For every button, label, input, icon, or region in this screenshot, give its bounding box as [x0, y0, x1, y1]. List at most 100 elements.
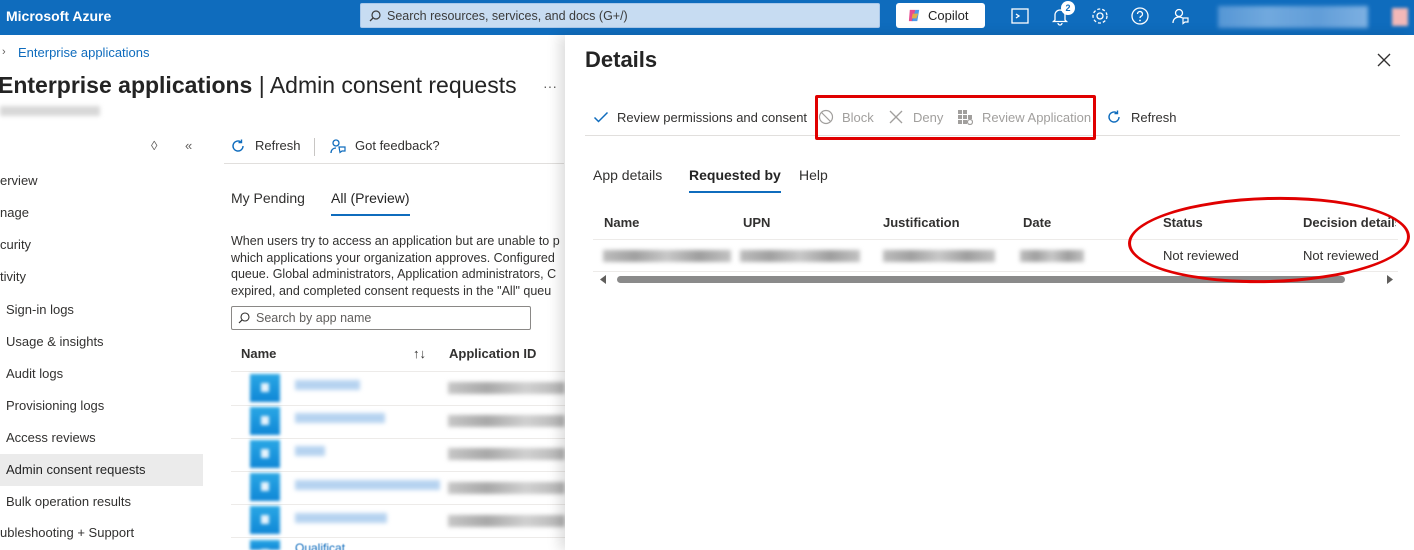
page-title-sub: | Admin consent requests: [252, 72, 517, 98]
close-icon[interactable]: [1376, 52, 1392, 68]
column-header-application-id[interactable]: Application ID: [449, 346, 536, 361]
global-search-input[interactable]: [387, 5, 867, 26]
collapse-nav-icon[interactable]: «: [185, 138, 192, 153]
requester-name-redacted: [603, 250, 731, 262]
tenant-name-redacted: [0, 106, 100, 116]
app-icon: [250, 540, 280, 550]
app-id-redacted: [448, 448, 565, 460]
copilot-label: Copilot: [928, 8, 969, 23]
column-header-upn[interactable]: UPN: [743, 215, 770, 230]
copilot-button[interactable]: Copilot: [896, 3, 985, 28]
help-icon[interactable]: [1130, 6, 1150, 26]
row-divider: [231, 405, 565, 406]
app-name-redacted[interactable]: [295, 513, 387, 523]
account-name-redacted[interactable]: [1218, 6, 1368, 28]
app-icon: [250, 407, 280, 435]
app-icon: [250, 473, 280, 501]
refresh-button[interactable]: Refresh: [230, 128, 310, 164]
sidebar-item-sign-in-logs[interactable]: Sign-in logs: [0, 294, 203, 326]
sidebar-item-security[interactable]: curity: [0, 229, 203, 261]
justification-redacted: [883, 250, 995, 262]
sidebar-item-usage-insights[interactable]: Usage & insights: [0, 326, 203, 358]
row-divider: [231, 371, 565, 372]
description-line-2: which applications your organization app…: [231, 250, 555, 265]
checkmark-icon: [593, 111, 609, 123]
gear-icon[interactable]: [1090, 6, 1110, 26]
sidebar-item-troubleshooting[interactable]: ubleshooting + Support: [0, 517, 203, 549]
sidebar-item-overview[interactable]: erview: [0, 165, 203, 197]
app-name-redacted[interactable]: [295, 380, 360, 390]
tab-help[interactable]: Help: [799, 167, 828, 193]
column-header-date[interactable]: Date: [1023, 215, 1051, 230]
sort-icon[interactable]: ↑↓: [413, 346, 426, 361]
copilot-icon: [908, 9, 920, 22]
app-id-redacted: [448, 515, 565, 527]
sidebar-item-activity[interactable]: tivity: [0, 261, 203, 293]
description-text: When users try to access an application …: [231, 233, 565, 299]
description-line-3: queue. Global administrators, Applicatio…: [231, 267, 557, 281]
app-name-redacted[interactable]: [295, 480, 440, 490]
got-feedback-label: Got feedback?: [355, 138, 440, 153]
row-divider: [231, 537, 565, 538]
feedback-icon[interactable]: [1170, 6, 1190, 26]
details-panel: Details Review permissions and consent B…: [565, 35, 1414, 550]
sidebar-item-audit-logs[interactable]: Audit logs: [0, 358, 203, 390]
search-icon: [238, 312, 250, 324]
app-id-redacted: [448, 382, 565, 394]
highlight-ellipse: [1126, 193, 1412, 287]
app-name-redacted[interactable]: [295, 413, 385, 423]
sidebar-item-provisioning-logs[interactable]: Provisioning logs: [0, 390, 203, 422]
requester-upn-redacted: [740, 250, 860, 262]
command-bar: Refresh Got feedback?: [224, 128, 564, 164]
highlight-rectangle: [815, 95, 1096, 140]
review-permissions-label: Review permissions and consent: [617, 110, 808, 125]
sidebar-item-bulk-operation-results[interactable]: Bulk operation results: [0, 486, 203, 518]
brand-logo[interactable]: Microsoft Azure: [6, 0, 111, 35]
got-feedback-button[interactable]: Got feedback?: [329, 128, 449, 164]
row-divider: [231, 471, 565, 472]
refresh-icon: [1108, 110, 1120, 123]
tab-my-pending[interactable]: My Pending: [231, 190, 305, 216]
details-title: Details: [585, 47, 658, 72]
search-icon: [369, 10, 381, 22]
tab-app-details[interactable]: App details: [593, 167, 662, 193]
column-header-name[interactable]: Name: [604, 215, 639, 230]
details-refresh-button[interactable]: Refresh: [1106, 105, 1181, 131]
app-name-partial[interactable]: Qualificat: [295, 541, 345, 550]
breadcrumb-chevron-icon: ›: [2, 46, 6, 58]
feedback-person-icon: [330, 139, 346, 154]
app-id-redacted: [448, 415, 565, 427]
cloud-shell-icon[interactable]: [1010, 6, 1030, 26]
tab-requested-by[interactable]: Requested by: [689, 167, 781, 193]
app-search-input[interactable]: [256, 308, 526, 328]
tab-all-preview[interactable]: All (Preview): [331, 190, 410, 216]
sidebar-item-admin-consent-requests[interactable]: Admin consent requests: [0, 454, 203, 486]
row-divider: [231, 438, 565, 439]
breadcrumb-enterprise-applications[interactable]: Enterprise applications: [18, 45, 150, 60]
sidebar-item-manage[interactable]: nage: [0, 197, 203, 229]
notification-badge: 2: [1061, 1, 1075, 15]
refresh-icon: [232, 139, 244, 152]
app-name-redacted[interactable]: [295, 446, 325, 456]
top-bar: Microsoft Azure Copilot 2: [0, 0, 1414, 35]
date-redacted: [1020, 250, 1084, 262]
refresh-label: Refresh: [255, 138, 301, 153]
app-icon: [250, 506, 280, 534]
description-line-1: When users try to access an application …: [231, 234, 560, 248]
scroll-left-icon[interactable]: [599, 275, 607, 284]
global-search[interactable]: [360, 3, 880, 28]
description-line-4: expired, and completed consent requests …: [231, 283, 552, 298]
column-header-name[interactable]: Name: [241, 346, 276, 361]
more-options-icon[interactable]: ···: [543, 78, 557, 94]
details-refresh-label: Refresh: [1131, 110, 1177, 125]
app-id-redacted: [448, 482, 565, 494]
account-avatar-redacted[interactable]: [1392, 8, 1408, 26]
page-title-main: Enterprise applications: [0, 72, 253, 98]
sort-nav-icon[interactable]: ◊: [151, 138, 157, 153]
row-divider: [231, 504, 565, 505]
review-permissions-button[interactable]: Review permissions and consent: [593, 105, 808, 131]
app-search-box[interactable]: [231, 306, 531, 330]
sidebar-item-access-reviews[interactable]: Access reviews: [0, 422, 203, 454]
column-header-justification[interactable]: Justification: [883, 215, 960, 230]
scroll-right-icon[interactable]: [1386, 275, 1394, 284]
